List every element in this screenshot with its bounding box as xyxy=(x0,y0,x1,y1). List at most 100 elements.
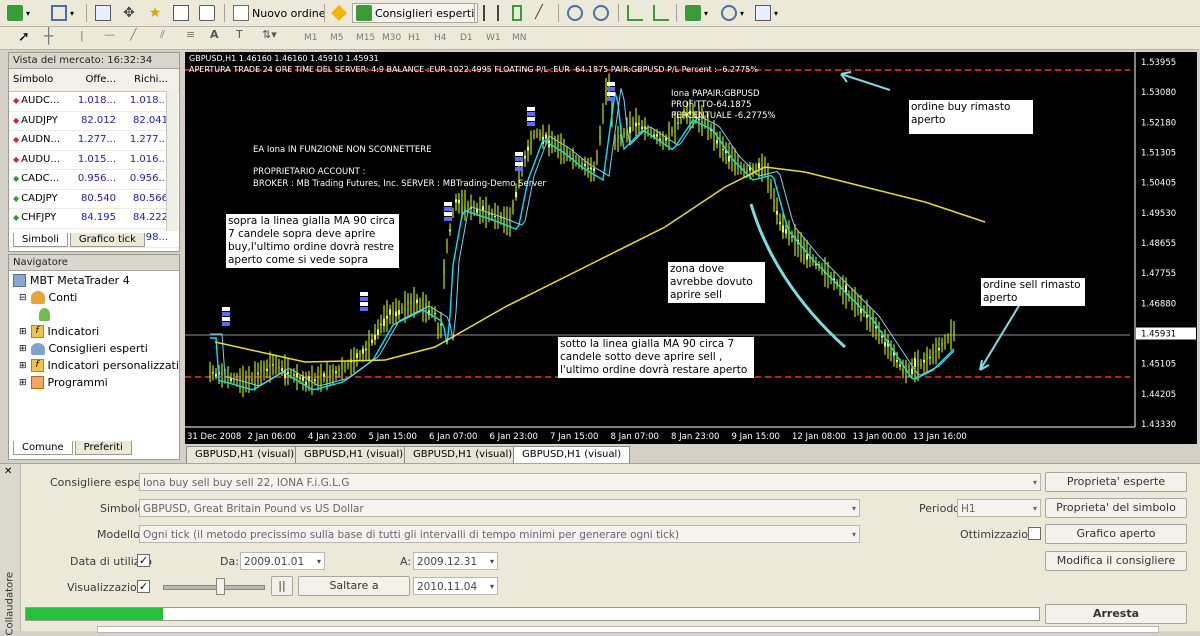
to-date-input[interactable]: 2009.12.31 ▾ xyxy=(413,552,498,570)
timeframe-h4[interactable]: H4 xyxy=(434,33,460,43)
nav-item-indicators[interactable]: ⊞ f Indicatori xyxy=(19,325,99,338)
strategy-tester-button[interactable] xyxy=(196,3,218,23)
tab-tick-chart[interactable]: Grafico tick xyxy=(69,233,145,247)
price-chart[interactable]: 1.53955 1.53080 1.52180 1.51305 1.50405 1.495… xyxy=(185,52,1197,444)
pause-button[interactable]: || xyxy=(271,576,293,596)
expert-properties-button[interactable]: Proprieta' esperte xyxy=(1045,472,1187,492)
timeframe-m30[interactable]: M30 xyxy=(382,33,408,43)
cursor-icon[interactable]: ➚ xyxy=(18,29,30,45)
buy-order-marker xyxy=(360,302,368,306)
symbol-select[interactable]: GBPUSD, Great Britain Pound vs US Dollar… xyxy=(139,499,860,517)
profiles-button[interactable]: ▾ xyxy=(48,3,77,23)
indicators-button[interactable]: ▾ xyxy=(682,3,711,23)
nav-item-accounts[interactable]: ⊟ Conti xyxy=(19,291,77,304)
new-chart-button[interactable]: ▾ xyxy=(4,3,33,23)
price-axis: 1.53955 1.53080 1.52180 1.51305 1.50405 1.495… xyxy=(1134,52,1196,430)
candle-body xyxy=(617,136,619,139)
nav-item-root[interactable]: MBT MetaTrader 4 xyxy=(13,274,130,287)
market-watch-row[interactable]: ◆ CADC... 0.956... 0.956... xyxy=(9,170,179,190)
nav-item-experts[interactable]: ⊞ Consiglieri esperti xyxy=(19,342,148,355)
candlestick-button[interactable] xyxy=(506,3,528,23)
market-watch-row[interactable]: ◆ AUDU... 1.015... 1.016... xyxy=(9,151,179,170)
date-use-checkbox[interactable]: ✓ xyxy=(137,554,150,567)
templates-button[interactable]: ▾ xyxy=(752,3,781,23)
tab-symbols[interactable]: Simboli xyxy=(13,233,68,247)
expert-select[interactable]: Iona buy sell buy sell 22, IONA F.i.G.L.… xyxy=(139,473,1041,491)
candle-body xyxy=(929,357,931,359)
trendline-icon[interactable]: ╱ xyxy=(130,28,137,41)
timeframe-m5[interactable]: M5 xyxy=(330,33,356,43)
ask-cell: 0.956... xyxy=(129,173,168,184)
auto-scroll-button[interactable] xyxy=(624,3,646,23)
timeframe-h1[interactable]: H1 xyxy=(408,33,434,43)
market-watch-row[interactable]: ◆ CADJPY 80.540 80.566 xyxy=(9,190,179,209)
column-symbol[interactable]: Simbolo xyxy=(9,69,68,91)
market-watch-row[interactable]: ◆ AUDJPY 82.012 82.041 xyxy=(9,112,179,131)
chart-tab[interactable]: GBPUSD,H1 (visual) xyxy=(513,446,631,464)
candle-body xyxy=(758,162,760,169)
market-watch-button[interactable] xyxy=(92,3,114,23)
candle-body xyxy=(344,366,346,368)
stop-button[interactable]: Arresta xyxy=(1045,604,1187,624)
timeframe-d1[interactable]: D1 xyxy=(460,33,486,43)
close-icon[interactable]: ✕ xyxy=(4,466,12,477)
account-user-icon[interactable] xyxy=(39,308,50,324)
zoom-in-button[interactable] xyxy=(564,3,586,23)
chart-tab[interactable]: GBPUSD,H1 (visual) xyxy=(186,446,304,464)
from-date-input[interactable]: 2009.01.01 ▾ xyxy=(240,552,325,570)
tab-common[interactable]: Comune xyxy=(13,441,73,455)
column-bid[interactable]: Offe... xyxy=(68,69,120,91)
open-chart-button[interactable]: Grafico aperto xyxy=(1045,524,1187,544)
candle-body xyxy=(404,307,406,311)
period-select[interactable]: H1 ▾ xyxy=(957,499,1041,517)
candle-body xyxy=(272,364,274,366)
candle-body xyxy=(389,309,391,315)
symbol-properties-button[interactable]: Proprieta' del simbolo xyxy=(1045,498,1187,518)
model-select[interactable]: Ogni tick (il metodo precissimo sulla ba… xyxy=(139,525,860,543)
terminal-button[interactable] xyxy=(170,3,192,23)
speed-slider-track[interactable] xyxy=(163,585,265,590)
market-watch-row[interactable]: ◆ AUDC... 1.018... 1.018... xyxy=(9,92,179,112)
nav-item-custom-indicators[interactable]: ⊞ f Indicatori personalizzati xyxy=(19,359,179,372)
periods-button[interactable]: ▾ xyxy=(718,3,747,23)
timeframe-m15[interactable]: M15 xyxy=(356,33,382,43)
speed-slider-thumb[interactable] xyxy=(216,578,225,595)
modify-expert-button[interactable]: Modifica il consigliere xyxy=(1045,551,1187,571)
new-order-button[interactable]: Nuovo ordine xyxy=(230,3,329,23)
optimization-checkbox[interactable] xyxy=(1028,527,1041,540)
channel-icon[interactable]: ⫽ xyxy=(160,28,165,42)
navigator-button[interactable]: ★ xyxy=(144,3,166,23)
nav-item-scripts[interactable]: ⊞ Programmi xyxy=(19,376,108,389)
market-watch-row[interactable]: ◆ CHFJPY 84.195 84.222 xyxy=(9,209,179,229)
skip-to-button[interactable]: Saltare a xyxy=(298,576,410,596)
timeframe-m1[interactable]: M1 xyxy=(304,33,330,43)
text-label-icon[interactable]: T xyxy=(236,28,243,41)
chart-tab[interactable]: GBPUSD,H1 (visual) xyxy=(295,446,413,464)
candle-body xyxy=(479,210,481,214)
timeframe-mn[interactable]: MN xyxy=(512,33,538,43)
timeframe-w1[interactable]: W1 xyxy=(486,33,512,43)
line-chart-button[interactable]: ╱ xyxy=(532,3,554,23)
skip-date-input[interactable]: 2010.11.04 ▾ xyxy=(413,577,498,595)
horizontal-line-icon[interactable]: — xyxy=(104,28,115,41)
chart-shift-button[interactable] xyxy=(650,3,672,23)
expert-advisors-button[interactable]: Consiglieri esperti xyxy=(352,3,479,23)
zoom-out-button[interactable] xyxy=(590,3,612,23)
arrows-icon[interactable]: ⇅▾ xyxy=(262,28,277,41)
fibo-icon[interactable]: ≡ xyxy=(186,28,195,41)
chart-tab[interactable]: GBPUSD,H1 (visual) xyxy=(404,446,522,464)
vertical-line-icon[interactable]: | xyxy=(80,29,84,42)
tab-favorites[interactable]: Preferiti xyxy=(74,441,132,455)
data-window-button[interactable]: ✥ xyxy=(118,3,140,23)
market-watch-row[interactable]: ◆ AUDN... 1.277... 1.277... xyxy=(9,131,179,151)
autotrading-info-button[interactable] xyxy=(328,3,350,23)
text-tool-icon[interactable]: A xyxy=(210,28,219,41)
candle-body xyxy=(539,133,541,135)
visual-checkbox[interactable]: ✓ xyxy=(137,580,150,593)
crosshair-icon[interactable]: ┼ xyxy=(44,27,53,45)
buy-order-marker xyxy=(527,122,535,126)
bar-chart-button[interactable] xyxy=(480,3,502,23)
candle-body xyxy=(338,368,340,372)
market-watch-scrollbar[interactable] xyxy=(166,91,178,231)
column-ask[interactable]: Richi... xyxy=(120,69,172,91)
